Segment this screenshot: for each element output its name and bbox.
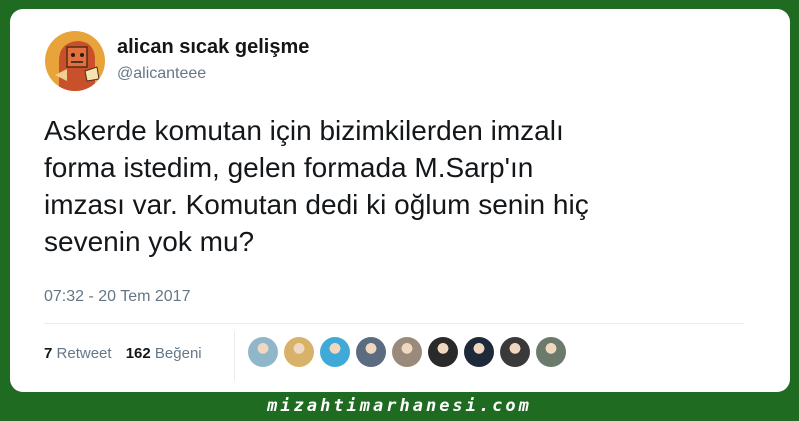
liker-avatar-6[interactable] <box>428 337 458 367</box>
author-avatar[interactable] <box>45 31 105 91</box>
author-handle[interactable]: @alicanteee <box>117 65 206 83</box>
liker-avatar-7[interactable] <box>464 337 494 367</box>
tweet-stats: 7 Retweet 162 Beğeni <box>44 345 212 362</box>
liker-avatar-2[interactable] <box>284 337 314 367</box>
stats-separator <box>234 331 235 381</box>
liker-avatar-3[interactable] <box>320 337 350 367</box>
divider <box>44 323 744 324</box>
retweet-count: 7 <box>44 345 53 362</box>
liker-avatar-1[interactable] <box>248 337 278 367</box>
like-label: Beğeni <box>154 345 202 362</box>
liker-avatar-4[interactable] <box>356 337 386 367</box>
tweet-card: alican sıcak gelişme @alicanteee Askerde… <box>10 9 790 392</box>
author-display-name[interactable]: alican sıcak gelişme <box>117 36 309 59</box>
liker-avatar-5[interactable] <box>392 337 422 367</box>
tweet-text: Askerde komutan için bizimkilerden imzal… <box>44 115 589 257</box>
liker-avatar-8[interactable] <box>500 337 530 367</box>
tweet-timestamp[interactable]: 07:32 - 20 Tem 2017 <box>44 288 190 306</box>
like-stat[interactable]: 162 Beğeni <box>126 345 202 362</box>
cartoon-avatar-icon <box>45 31 105 91</box>
watermark: mizahtimarhanesi.com <box>267 396 532 416</box>
liker-avatar-9[interactable] <box>536 337 566 367</box>
like-count: 162 <box>125 345 151 362</box>
retweet-stat[interactable]: 7 Retweet <box>44 345 112 362</box>
retweet-label: Retweet <box>56 345 112 362</box>
